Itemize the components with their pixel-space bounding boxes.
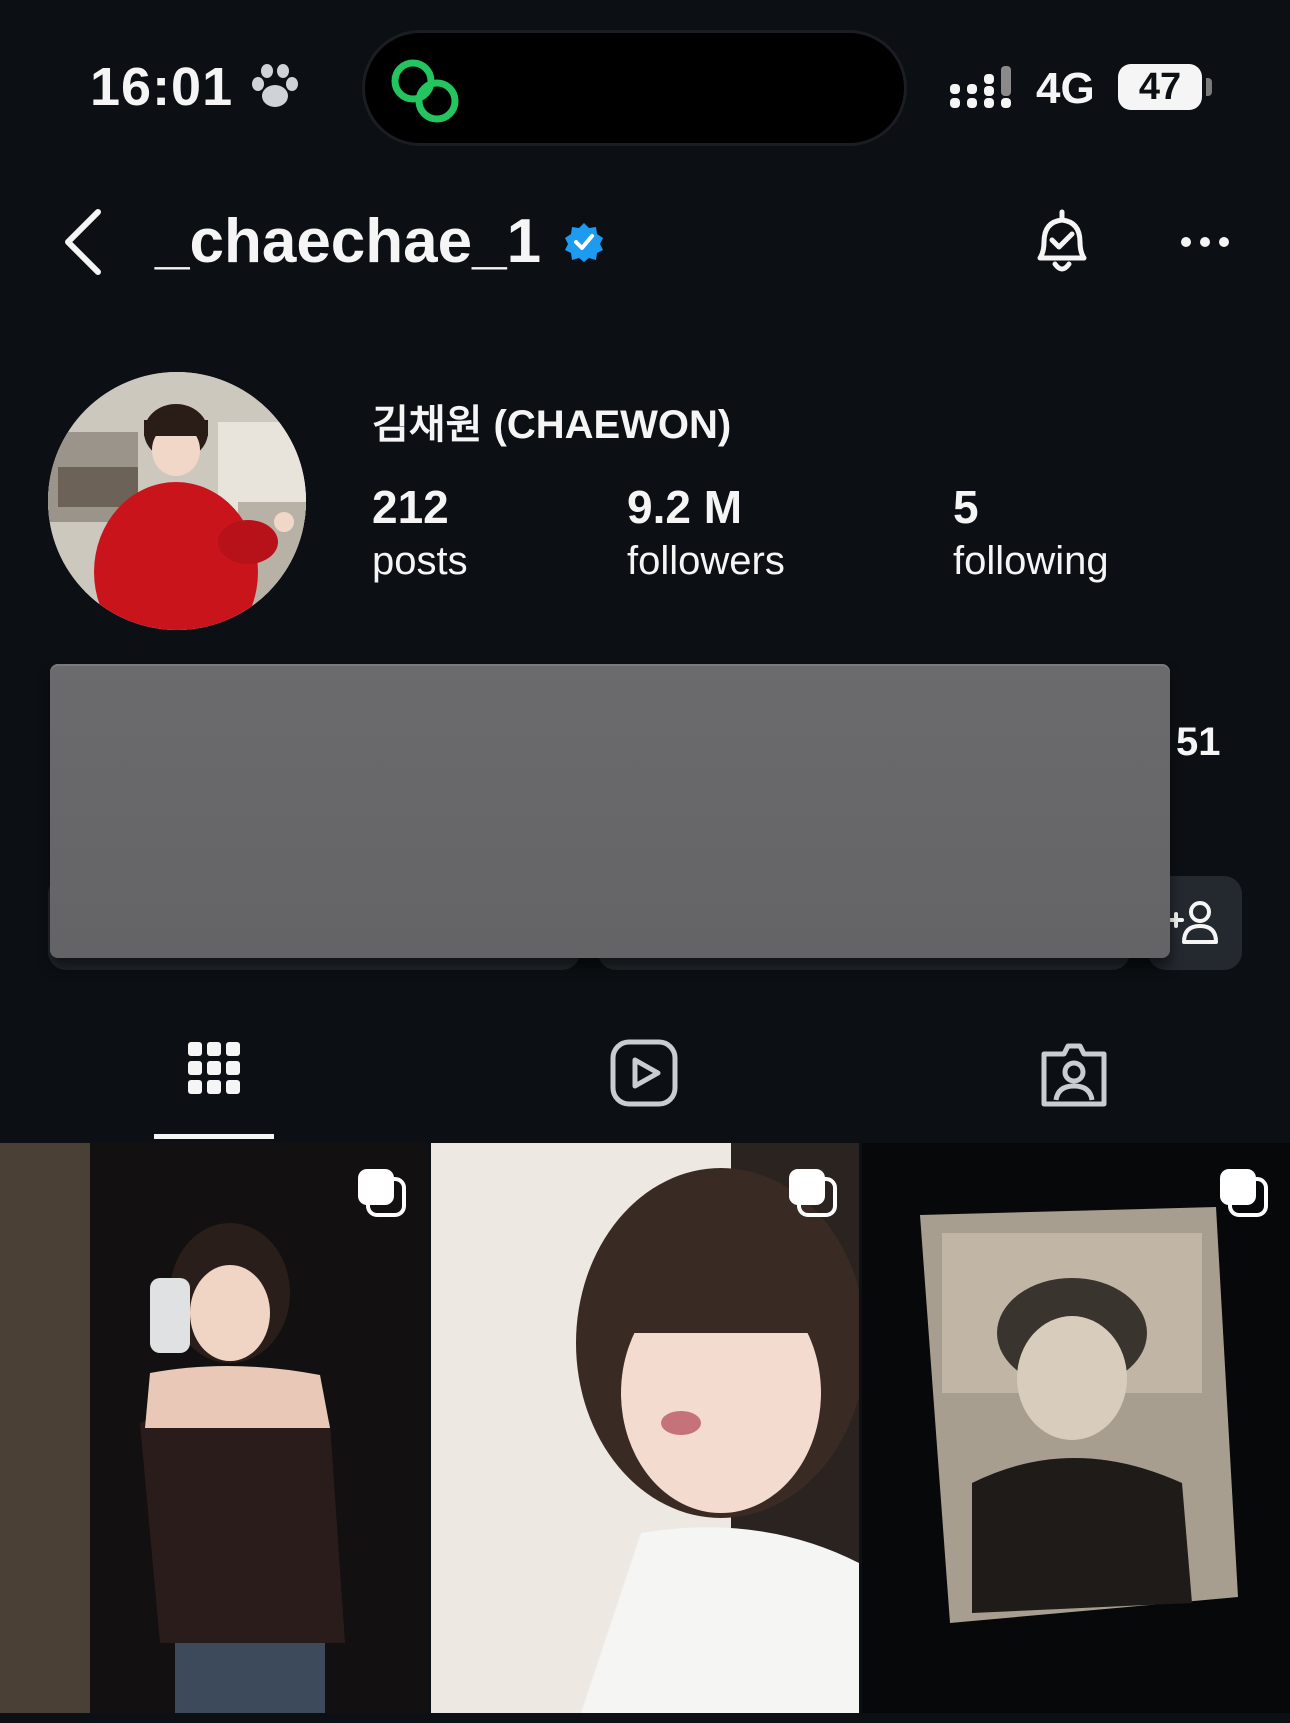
stat-followers-value: 9.2 M xyxy=(627,481,743,533)
redaction-overlay xyxy=(50,664,1170,958)
stat-following-value: 5 xyxy=(953,481,979,533)
multiple-photos-icon xyxy=(1220,1169,1268,1217)
post-thumbnail[interactable] xyxy=(431,1143,859,1713)
multiple-photos-icon xyxy=(358,1169,406,1217)
profile-avatar[interactable] xyxy=(48,372,306,630)
grid-icon[interactable] xyxy=(178,1038,250,1110)
tagged-icon[interactable] xyxy=(1038,1038,1110,1110)
status-time: 16:01 xyxy=(90,57,234,117)
side-count: 51 xyxy=(1176,720,1221,764)
add-user-icon xyxy=(1168,901,1218,944)
post-thumbnail[interactable] xyxy=(0,1143,428,1713)
bell-check-icon[interactable] xyxy=(1030,208,1094,278)
post-photo xyxy=(431,1143,859,1713)
post-photo xyxy=(0,1143,428,1713)
dynamic-island[interactable] xyxy=(362,30,907,146)
back-arrow-icon[interactable] xyxy=(60,208,104,276)
network-type: 4G xyxy=(1036,64,1095,113)
avatar-photo xyxy=(48,372,306,630)
verified-badge-icon xyxy=(565,223,603,262)
profile-username: _chaechae_1 xyxy=(155,207,542,276)
tab-active-indicator xyxy=(154,1134,274,1139)
post-thumbnail[interactable] xyxy=(862,1143,1290,1713)
stat-followers-label: followers xyxy=(627,539,785,583)
stat-following-label: following xyxy=(953,539,1109,583)
stat-followers[interactable]: 9.2 M followers xyxy=(627,480,785,588)
paw-icon xyxy=(252,64,298,107)
battery-nub xyxy=(1206,78,1212,96)
stat-posts-value: 212 xyxy=(372,481,449,533)
stat-posts[interactable]: 212 posts xyxy=(372,480,468,588)
profile-full-name: 김채원 (CHAEWON) xyxy=(372,403,732,447)
stat-posts-label: posts xyxy=(372,539,468,583)
link-app-icon xyxy=(391,59,459,123)
more-icon[interactable] xyxy=(1180,232,1230,252)
signal-icon xyxy=(950,66,1011,108)
stat-following[interactable]: 5 following xyxy=(953,480,1109,588)
reels-icon[interactable] xyxy=(608,1038,680,1110)
multiple-photos-icon xyxy=(789,1169,837,1217)
battery-level: 47 xyxy=(1118,64,1202,110)
post-photo xyxy=(862,1143,1290,1713)
